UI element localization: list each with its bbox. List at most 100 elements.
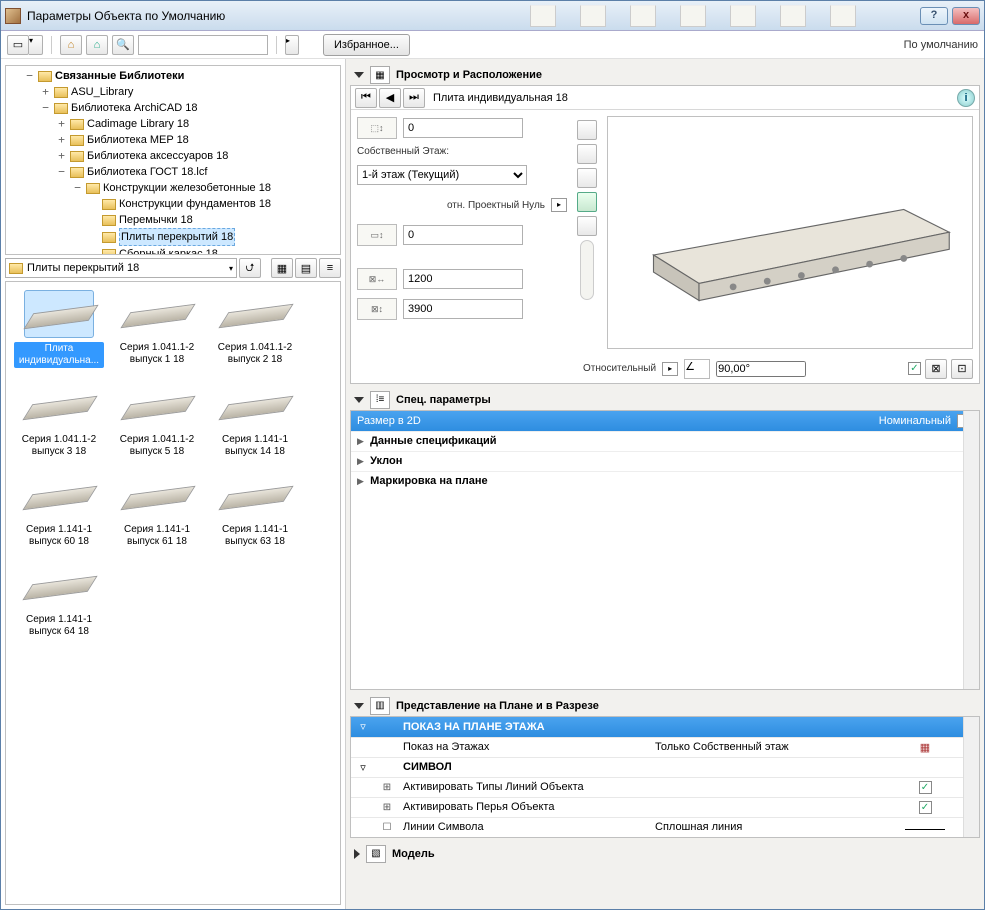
view-small-icons[interactable]: ▤ xyxy=(295,258,317,278)
thumb-item[interactable]: Серия 1.041.1-2 выпуск 5 18 xyxy=(112,382,202,458)
search-input[interactable] xyxy=(138,35,268,55)
titlebar: Параметры Объекта по Умолчанию ? x xyxy=(1,1,984,31)
thumb-item[interactable]: Серия 1.041.1-2 выпуск 2 18 xyxy=(210,290,300,368)
view-mode-1[interactable] xyxy=(577,120,597,140)
thumb-item[interactable]: Серия 1.041.1-2 выпуск 1 18 xyxy=(112,290,202,368)
view-list[interactable]: ≡ xyxy=(319,258,341,278)
up-folder-button[interactable]: ⮍ xyxy=(239,258,261,278)
elevation-input[interactable] xyxy=(403,118,523,138)
story-select[interactable]: 1-й этаж (Текущий) xyxy=(357,165,527,185)
tree-item[interactable]: Библиотека аксессуаров 18 xyxy=(87,148,228,164)
table-row[interactable]: Показ на Этажах Только Собственный этаж … xyxy=(351,737,979,757)
favorites-button[interactable]: Избранное... xyxy=(323,34,410,56)
spec-group[interactable]: ▶ Данные спецификаций xyxy=(351,431,979,451)
mirror-y-button[interactable]: ⊡ xyxy=(951,359,973,379)
panel-title: Просмотр и Расположение xyxy=(396,69,542,81)
tree-item-selected[interactable]: Плиты перекрытий 18 xyxy=(119,228,235,246)
search-options-dropdown[interactable]: ▸ xyxy=(285,35,299,55)
thumb-item[interactable]: Серия 1.141-1 выпуск 60 18 xyxy=(14,472,104,548)
panel-header-plan[interactable]: ▥ Представление на Плане и в Разрезе xyxy=(350,696,980,716)
library-tree[interactable]: −Связанные Библиотеки +ASU_Library −Библ… xyxy=(5,65,341,255)
nav-first-button[interactable]: ⏮ xyxy=(355,88,377,108)
object-nav: ⏮ ◀ ⏭ Плита индивидуальная 18 i xyxy=(351,86,979,110)
thumbnail-grid[interactable]: Плита индивидуальна... Серия 1.041.1-2 в… xyxy=(5,281,341,905)
tree-item[interactable]: ASU_Library xyxy=(71,84,133,100)
thumb-item[interactable]: Серия 1.141-1 выпуск 64 18 xyxy=(14,562,104,638)
thumb-item[interactable]: Серия 1.141-1 выпуск 63 18 xyxy=(210,472,300,548)
scrollbar[interactable] xyxy=(963,717,979,837)
close-button[interactable]: x xyxy=(952,7,980,25)
view-mode-5[interactable] xyxy=(577,216,597,236)
table-row[interactable]: ☐ Линии Символа Сплошная линия xyxy=(351,817,979,837)
angle-input[interactable] xyxy=(716,361,806,377)
story-icon[interactable]: ▦ xyxy=(920,742,930,754)
tree-item[interactable]: Конструкции железобетонные 18 xyxy=(103,180,271,196)
tree-item[interactable]: Библиотека ArchiCAD 18 xyxy=(71,100,197,116)
library-button-2[interactable]: ⌂ xyxy=(86,35,108,55)
help-button[interactable]: ? xyxy=(920,7,948,25)
table-row-group[interactable]: ▿ СИМВОЛ xyxy=(351,757,979,777)
window-title: Параметры Объекта по Умолчанию xyxy=(27,9,530,23)
panel-icon: ⁞≡ xyxy=(370,391,390,409)
plan-header-row: ▿ ПОКАЗ НА ПЛАНЕ ЭТАЖА ▸ xyxy=(351,717,979,737)
plan-group-floor: ПОКАЗ НА ПЛАНЕ ЭТАЖА xyxy=(399,721,655,733)
mirror-x-button[interactable]: ⊠ xyxy=(925,359,947,379)
tree-root[interactable]: Связанные Библиотеки xyxy=(55,68,184,84)
view-mode-3[interactable] xyxy=(577,168,597,188)
view-mode-3d[interactable] xyxy=(577,192,597,212)
panel-preview: ▦ Просмотр и Расположение ⏮ ◀ ⏭ Плита ин… xyxy=(350,65,980,384)
project-zero-dropdown[interactable]: ▸ xyxy=(551,198,567,212)
tree-item[interactable]: Конструкции фундаментов 18 xyxy=(119,196,271,212)
checkbox[interactable]: ✓ xyxy=(919,801,932,814)
params-column: ⬚↕ Собственный Этаж: 1-й этаж (Текущий) … xyxy=(357,116,567,349)
search-icon[interactable]: 🔍 xyxy=(112,35,134,55)
panel-plan: ▥ Представление на Плане и в Разрезе ▿ П… xyxy=(350,696,980,838)
height-input[interactable] xyxy=(403,225,523,245)
length-input[interactable] xyxy=(403,299,523,319)
table-row[interactable]: ⊞ Активировать Типы Линий Объекта ✓ xyxy=(351,777,979,797)
panel-header-preview[interactable]: ▦ Просмотр и Расположение xyxy=(350,65,980,85)
mirror-check[interactable]: ✓ xyxy=(908,362,921,375)
thumb-item[interactable]: Серия 1.141-1 выпуск 14 18 xyxy=(210,382,300,458)
checkbox[interactable]: ✓ xyxy=(919,781,932,794)
info-icon[interactable]: i xyxy=(957,89,975,107)
project-zero-label: отн. Проектный Нуль xyxy=(447,200,545,211)
spec-header-row[interactable]: Размер в 2D Номинальный ▸ xyxy=(351,411,979,431)
table-row[interactable]: ⊞ Активировать Перья Объекта ✓ xyxy=(351,797,979,817)
thumb-item[interactable]: Серия 1.041.1-2 выпуск 3 18 xyxy=(14,382,104,458)
tree-item[interactable]: Cadimage Library 18 xyxy=(87,116,189,132)
width-icon: ⊠↔ xyxy=(357,268,397,290)
folder-combo-label: Плиты перекрытий 18 xyxy=(27,262,139,274)
tree-item[interactable]: Библиотека MEP 18 xyxy=(87,132,189,148)
link-icon[interactable] xyxy=(580,240,594,300)
nav-next-button[interactable]: ⏭ xyxy=(403,88,425,108)
view-mode-2[interactable] xyxy=(577,144,597,164)
library-button-1[interactable]: ⌂ xyxy=(60,35,82,55)
nav-prev-button[interactable]: ◀ xyxy=(379,88,401,108)
left-pane: −Связанные Библиотеки +ASU_Library −Библ… xyxy=(1,59,346,909)
relative-label: Относительный xyxy=(583,363,656,374)
view-large-icons[interactable]: ▦ xyxy=(271,258,293,278)
preview-3d[interactable] xyxy=(607,116,973,349)
spec-group[interactable]: ▶ Маркировка на плане xyxy=(351,471,979,491)
tree-item[interactable]: Сборный каркас 18 xyxy=(119,246,218,255)
tree-item[interactable]: Перемычки 18 xyxy=(119,212,193,228)
folder-combo[interactable]: Плиты перекрытий 18 ▾ xyxy=(5,258,237,278)
panel-title: Представление на Плане и в Разрезе xyxy=(396,700,599,712)
thumb-item-selected[interactable]: Плита индивидуальна... xyxy=(14,290,104,368)
view-mode-dropdown[interactable]: ▾ xyxy=(29,35,43,55)
line-sample[interactable] xyxy=(905,829,945,830)
width-input[interactable] xyxy=(403,269,523,289)
collapse-icon xyxy=(354,849,360,859)
scrollbar[interactable] xyxy=(963,411,979,689)
panel-header-model[interactable]: ▧ Модель xyxy=(350,844,980,864)
right-pane: ▦ Просмотр и Расположение ⏮ ◀ ⏭ Плита ин… xyxy=(346,59,984,909)
tree-item[interactable]: Библиотека ГОСТ 18.lcf xyxy=(87,164,207,180)
object-name: Плита индивидуальная 18 xyxy=(427,92,955,104)
row-icon: ⊞ xyxy=(375,802,399,813)
spec-group[interactable]: ▶ Уклон xyxy=(351,451,979,471)
view-mode-button[interactable]: ▭ xyxy=(7,35,29,55)
relative-dropdown[interactable]: ▸ xyxy=(662,362,678,376)
thumb-item[interactable]: Серия 1.141-1 выпуск 61 18 xyxy=(112,472,202,548)
panel-header-spec[interactable]: ⁞≡ Спец. параметры xyxy=(350,390,980,410)
